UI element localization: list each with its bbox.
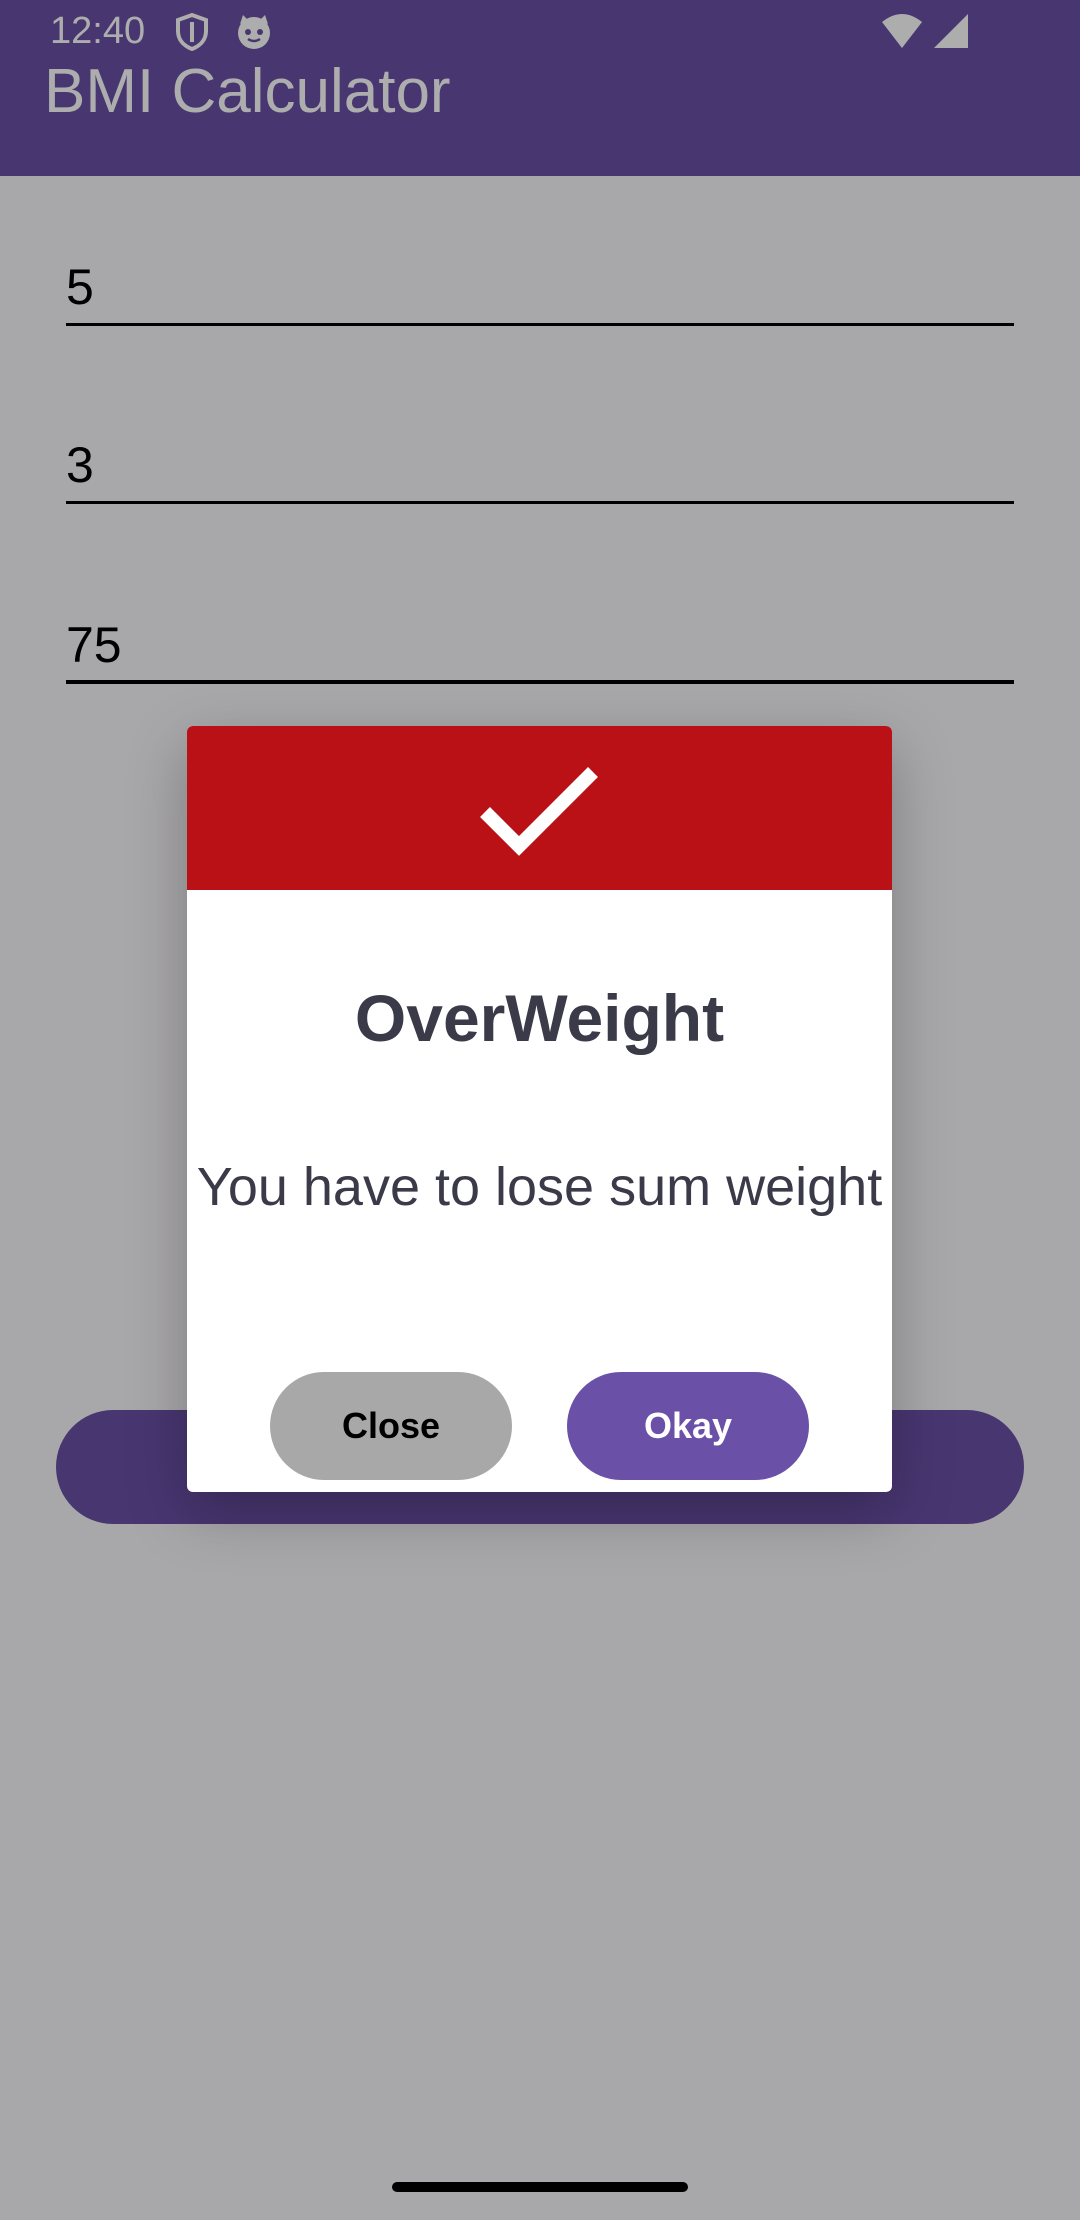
dialog-header: [187, 726, 892, 890]
close-button[interactable]: Close: [270, 1372, 512, 1480]
dialog-title: OverWeight: [354, 981, 725, 1055]
dialog-message: You have to lose sum weight: [196, 1157, 883, 1217]
result-dialog: OverWeight You have to lose sum weight C…: [187, 726, 892, 1492]
check-icon: [480, 767, 598, 856]
okay-button[interactable]: Okay: [567, 1372, 809, 1480]
